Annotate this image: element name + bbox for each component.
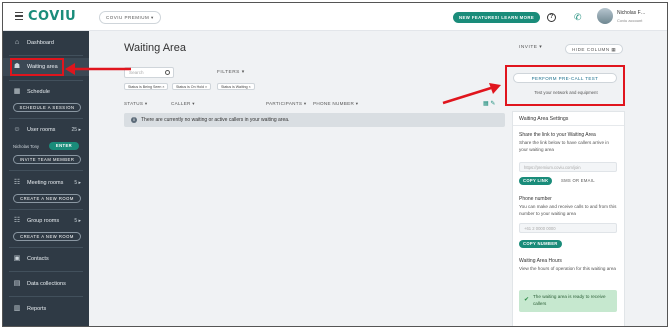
annotation-arrows [65, 63, 501, 105]
app-window: COVIU COVIU PREMIUM ▾ NEW FEATURES! LEAR… [2, 2, 668, 327]
